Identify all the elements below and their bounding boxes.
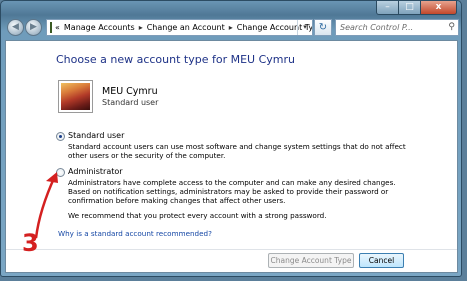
annotation-arrow-icon <box>34 172 58 239</box>
annotation-step-number: 3 <box>22 229 39 257</box>
